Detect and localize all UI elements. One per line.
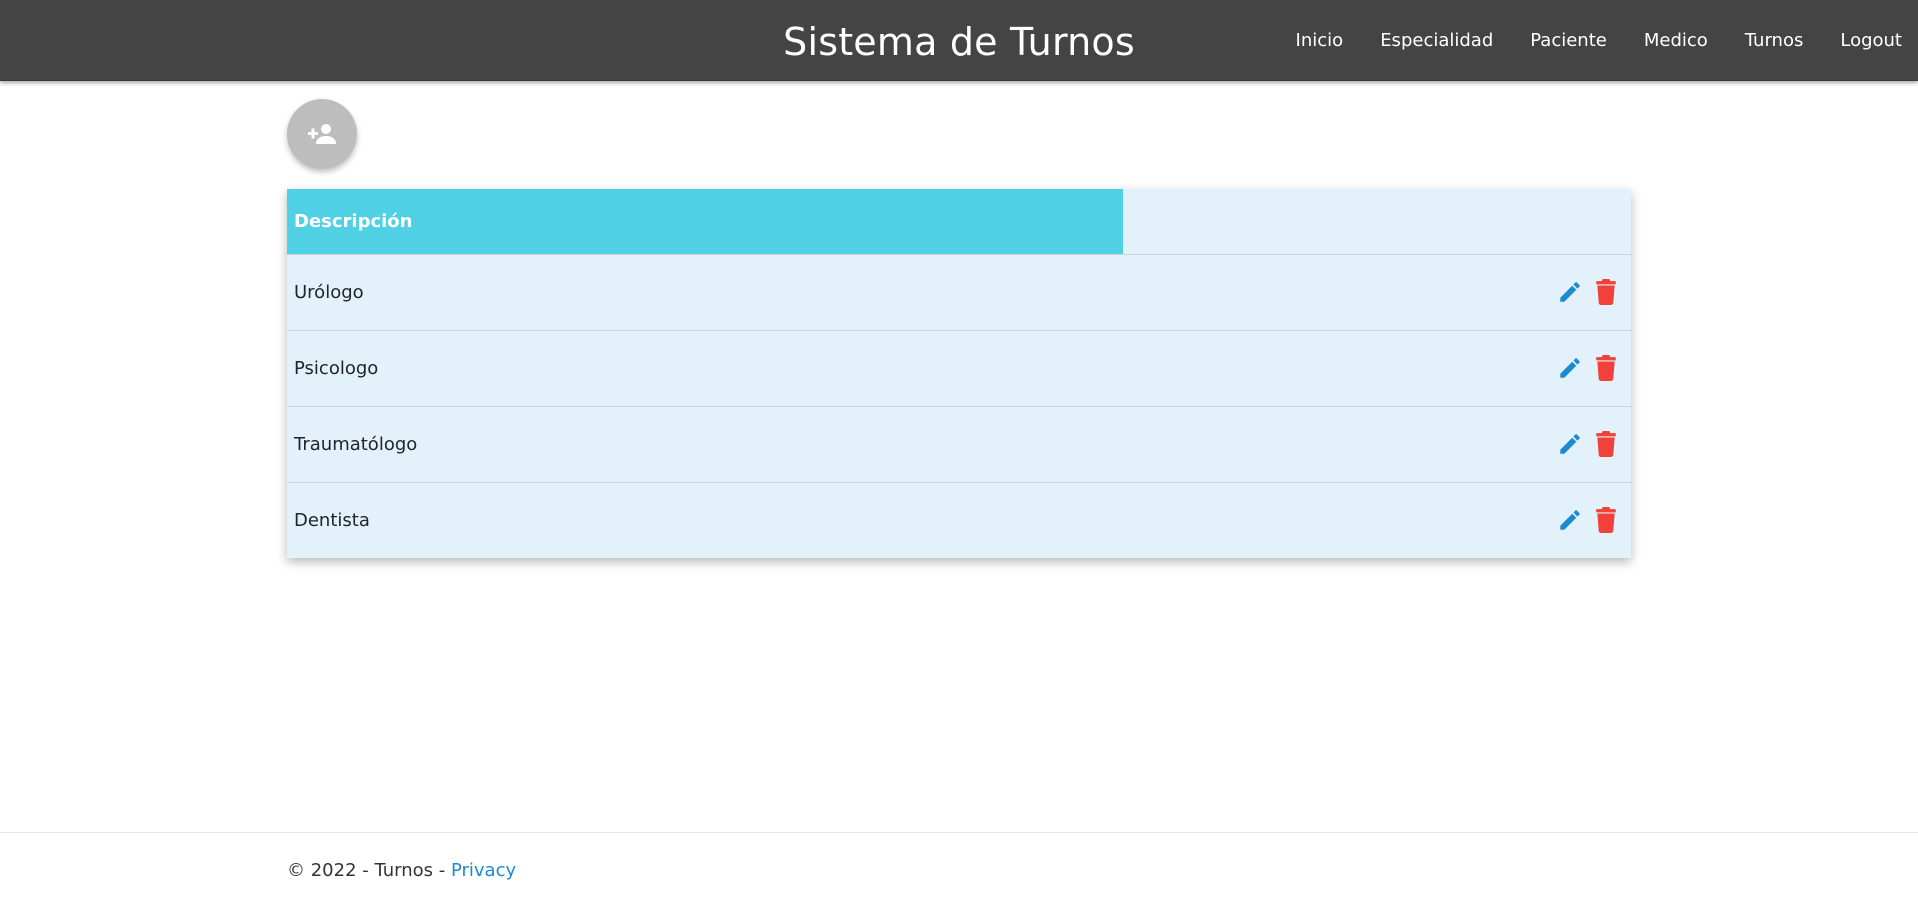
- pencil-icon: [1560, 282, 1580, 302]
- trash-icon: [1596, 431, 1616, 457]
- trash-icon: [1596, 279, 1616, 305]
- cell-descripcion: Traumatólogo: [294, 434, 418, 455]
- edit-button[interactable]: [1555, 277, 1585, 307]
- table-row: Psicologo: [287, 331, 1631, 407]
- column-header-descripcion[interactable]: Descripción: [287, 189, 1123, 254]
- row-actions: [1549, 429, 1621, 459]
- nav-link-especialidad[interactable]: Especialidad: [1380, 30, 1493, 51]
- delete-button[interactable]: [1591, 353, 1621, 383]
- delete-button[interactable]: [1591, 429, 1621, 459]
- cell-descripcion: Urólogo: [294, 282, 364, 303]
- privacy-link[interactable]: Privacy: [451, 860, 516, 881]
- table-row: Dentista: [287, 483, 1631, 558]
- pencil-icon: [1560, 358, 1580, 378]
- edit-button[interactable]: [1555, 429, 1585, 459]
- table-header: Descripción: [287, 189, 1631, 255]
- especialidades-table: Descripción Urólogo Psicologo Traumatólo…: [287, 189, 1631, 558]
- footer-copyright: © 2022 - Turnos -: [287, 860, 451, 881]
- row-actions: [1549, 505, 1621, 535]
- nav-link-turnos[interactable]: Turnos: [1745, 30, 1804, 51]
- person-add-icon: [308, 124, 336, 144]
- table-row: Traumatólogo: [287, 407, 1631, 483]
- add-especialidad-button[interactable]: [287, 99, 357, 169]
- edit-button[interactable]: [1555, 505, 1585, 535]
- nav-link-paciente[interactable]: Paciente: [1530, 30, 1607, 51]
- nav-link-logout[interactable]: Logout: [1840, 30, 1902, 51]
- table-row: Urólogo: [287, 255, 1631, 331]
- footer-divider: [0, 832, 1918, 833]
- nav-link-inicio[interactable]: Inicio: [1296, 30, 1344, 51]
- cell-descripcion: Psicologo: [294, 358, 379, 379]
- footer: © 2022 - Turnos - Privacy: [287, 860, 516, 881]
- nav-link-medico[interactable]: Medico: [1644, 30, 1708, 51]
- delete-button[interactable]: [1591, 505, 1621, 535]
- cell-descripcion: Dentista: [294, 510, 370, 531]
- delete-button[interactable]: [1591, 277, 1621, 307]
- pencil-icon: [1560, 510, 1580, 530]
- row-actions: [1549, 277, 1621, 307]
- pencil-icon: [1560, 434, 1580, 454]
- trash-icon: [1596, 355, 1616, 381]
- trash-icon: [1596, 507, 1616, 533]
- main-nav: Inicio Especialidad Paciente Medico Turn…: [1259, 0, 1902, 81]
- top-navbar: Sistema de Turnos Inicio Especialidad Pa…: [0, 0, 1918, 81]
- row-actions: [1549, 353, 1621, 383]
- edit-button[interactable]: [1555, 353, 1585, 383]
